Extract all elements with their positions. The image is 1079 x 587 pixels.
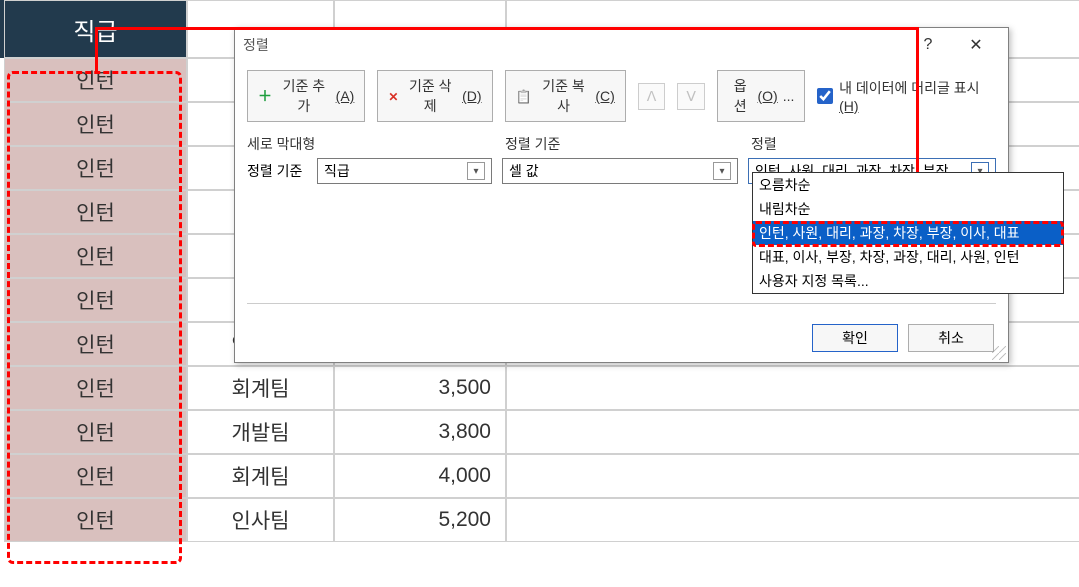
cell-blank xyxy=(506,410,1079,454)
x-icon xyxy=(388,88,398,104)
cell-rank[interactable]: 인턴 xyxy=(4,322,187,366)
delete-level-accel: (D) xyxy=(462,88,481,104)
copy-level-accel: (C) xyxy=(595,88,614,104)
options-accel: (O) xyxy=(757,88,777,104)
table-row: 인턴회계팀4,000 xyxy=(0,454,1079,498)
add-level-accel: (A) xyxy=(336,88,355,104)
copy-level-button[interactable]: 기준 복사(C) xyxy=(505,70,626,122)
cell-amount[interactable]: 5,200 xyxy=(334,498,506,542)
header-row-checkbox[interactable] xyxy=(817,88,833,104)
criteria-header-order: 정렬 xyxy=(751,134,996,154)
sort-order-dropdown-item[interactable]: 오름차순 xyxy=(753,173,1063,197)
chevron-down-icon: ᐯ xyxy=(686,88,696,105)
dialog-toolbar: 기준 추가(A) 기준 삭제(D) 기준 복사(C) ᐱ ᐯ 옵션(O)... … xyxy=(235,62,1008,130)
cell-rank[interactable]: 인턴 xyxy=(4,366,187,410)
help-button[interactable]: ? xyxy=(904,31,952,59)
delete-level-button[interactable]: 기준 삭제 (D) xyxy=(377,70,492,122)
sort-column-select[interactable]: 직급 xyxy=(317,158,492,184)
options-label: 옵션 xyxy=(728,76,753,116)
cell-rank[interactable]: 인턴 xyxy=(4,102,187,146)
sort-on-select[interactable]: 셀 값 xyxy=(502,158,738,184)
close-icon: ✕ xyxy=(969,35,982,55)
close-button[interactable]: ✕ xyxy=(952,31,1000,59)
copy-icon xyxy=(516,88,532,105)
options-button[interactable]: 옵션(O)... xyxy=(717,70,805,122)
plus-icon xyxy=(258,86,272,106)
cell-rank[interactable]: 인턴 xyxy=(4,454,187,498)
add-level-button[interactable]: 기준 추가 (A) xyxy=(247,70,365,122)
cell-rank[interactable]: 인턴 xyxy=(4,410,187,454)
header-row-checkbox-wrap[interactable]: 내 데이터에 머리글 표시 (H) xyxy=(817,78,996,114)
cell-team[interactable]: 회계팀 xyxy=(187,366,334,410)
cell-team[interactable]: 인사팀 xyxy=(187,498,334,542)
chevron-up-icon: ᐱ xyxy=(647,88,657,105)
header-row-checkbox-accel: (H) xyxy=(839,98,858,114)
cell-rank[interactable]: 인턴 xyxy=(4,190,187,234)
ok-button[interactable]: 확인 xyxy=(812,324,898,352)
cell-blank xyxy=(506,454,1079,498)
sort-on-value: 셀 값 xyxy=(509,161,539,181)
criteria-header-column: 세로 막대형 xyxy=(247,134,495,154)
chevron-down-icon xyxy=(713,162,731,180)
sort-order-dropdown-item[interactable]: 인턴, 사원, 대리, 과장, 차장, 부장, 이사, 대표 xyxy=(753,221,1063,245)
cell-blank xyxy=(506,366,1079,410)
sort-column-value: 직급 xyxy=(324,161,350,181)
sort-order-dropdown-item[interactable]: 사용자 지정 목록... xyxy=(753,269,1063,293)
table-row: 인턴인사팀5,200 xyxy=(0,498,1079,542)
sort-order-dropdown-item[interactable]: 내림차순 xyxy=(753,197,1063,221)
delete-level-label: 기준 삭제 xyxy=(403,76,457,116)
annotation-arrow-line xyxy=(95,27,98,71)
cell-rank[interactable]: 인턴 xyxy=(4,498,187,542)
move-down-button[interactable]: ᐯ xyxy=(677,83,705,110)
cell-amount[interactable]: 3,800 xyxy=(334,410,506,454)
cell-rank[interactable]: 인턴 xyxy=(4,278,187,322)
cell-amount[interactable]: 3,500 xyxy=(334,366,506,410)
cancel-button[interactable]: 취소 xyxy=(908,324,994,352)
options-ellipsis: ... xyxy=(783,88,795,104)
move-up-button[interactable]: ᐱ xyxy=(638,83,666,110)
table-row: 인턴개발팀3,800 xyxy=(0,410,1079,454)
chevron-down-icon xyxy=(467,162,485,180)
sort-order-dropdown[interactable]: 오름차순내림차순인턴, 사원, 대리, 과장, 차장, 부장, 이사, 대표대표… xyxy=(752,172,1064,294)
criteria-header-sorton: 정렬 기준 xyxy=(505,134,741,154)
copy-level-label: 기준 복사 xyxy=(537,76,591,116)
header-row-checkbox-label: 내 데이터에 머리글 표시 xyxy=(839,80,979,96)
cell-blank xyxy=(506,498,1079,542)
annotation-arrow-line xyxy=(95,27,919,30)
cell-team[interactable]: 회계팀 xyxy=(187,454,334,498)
cell-rank[interactable]: 인턴 xyxy=(4,146,187,190)
cell-amount[interactable]: 4,000 xyxy=(334,454,506,498)
dialog-footer: 확인 취소 xyxy=(235,314,1008,362)
dialog-titlebar[interactable]: 정렬 ? ✕ xyxy=(235,28,1008,62)
cell-team[interactable]: 개발팀 xyxy=(187,410,334,454)
table-row: 인턴회계팀3,500 xyxy=(0,366,1079,410)
resize-grip[interactable] xyxy=(992,346,1006,360)
criteria-row-label: 정렬 기준 xyxy=(247,161,307,181)
sort-order-dropdown-item[interactable]: 대표, 이사, 부장, 차장, 과장, 대리, 사원, 인턴 xyxy=(753,245,1063,269)
cell-rank[interactable]: 인턴 xyxy=(4,234,187,278)
dialog-title: 정렬 xyxy=(243,35,269,55)
add-level-label: 기준 추가 xyxy=(277,76,331,116)
